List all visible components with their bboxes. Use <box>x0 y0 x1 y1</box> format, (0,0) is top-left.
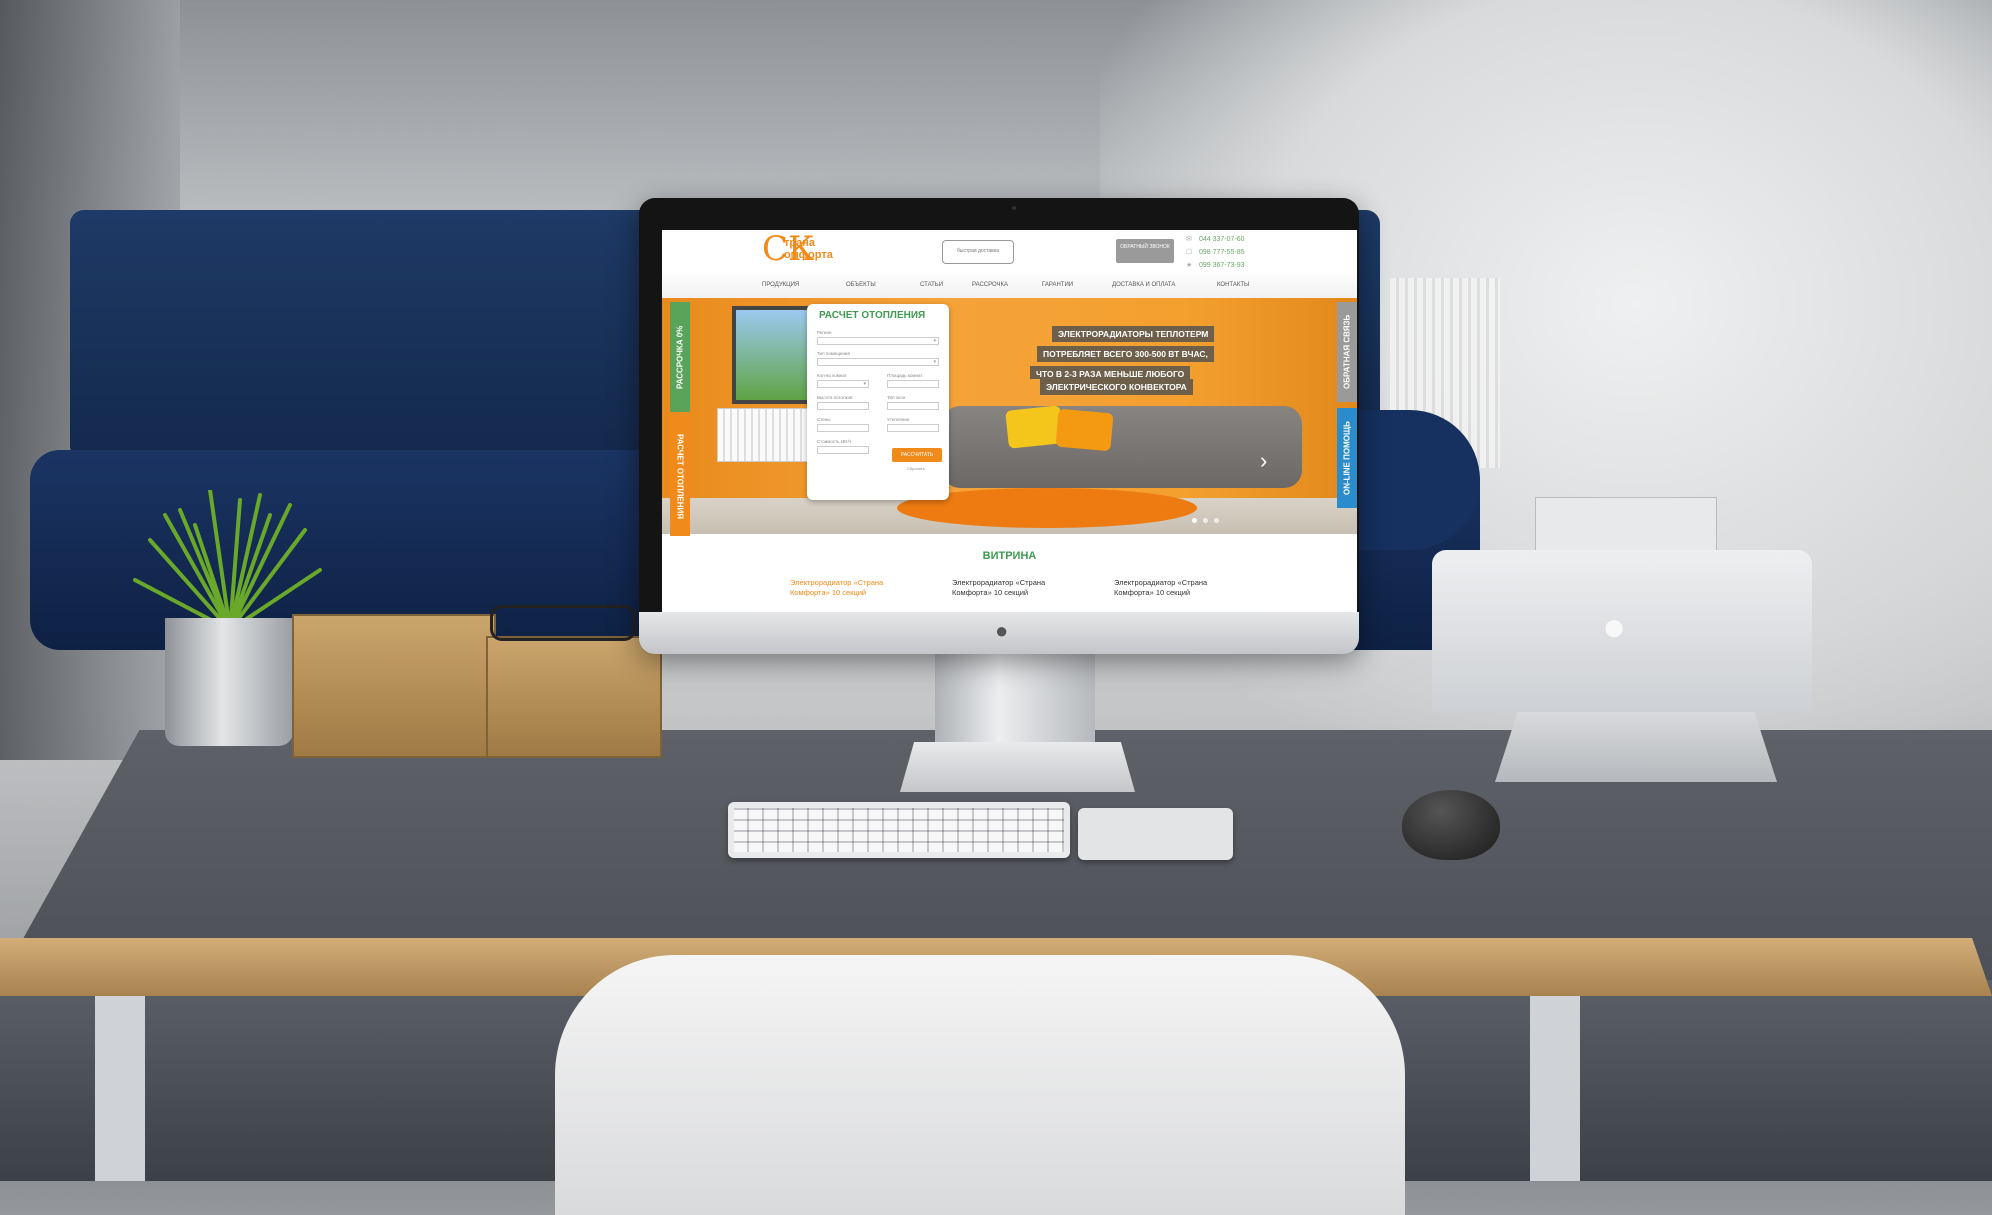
field-label: Утепление <box>887 417 910 422</box>
nav-item-products[interactable]: ПРОДУКЦИЯ <box>762 282 799 288</box>
mouse[interactable] <box>1402 790 1500 860</box>
insulation-input[interactable] <box>887 424 939 432</box>
site-header: СК трана омфорта быстрая доставка ОБРАТН… <box>662 230 1357 271</box>
tab-heating-calc[interactable]: РАСЧЕТ ОТОПЛЕНИЯ <box>670 416 690 536</box>
slider-dot[interactable] <box>1203 518 1208 523</box>
region-select[interactable]: ▾ <box>817 337 939 345</box>
delivery-truck-icon: быстрая доставка <box>942 240 1014 264</box>
hero-caption: ПОТРЕБЛЯЕТ ВСЕГО 300-500 ВТ ВЧАС, <box>1037 346 1214 362</box>
showcase-title: ВИТРИНА <box>982 550 1037 562</box>
wooden-box <box>486 636 662 758</box>
slider-dots <box>1192 518 1219 523</box>
hero-pillow <box>1055 408 1114 452</box>
rooms-select[interactable]: ▾ <box>817 380 869 388</box>
plant-pot <box>165 618 293 746</box>
heating-calculator: РАСЧЕТ ОТОПЛЕНИЯ Регион ▾ Тип помещения … <box>807 304 949 500</box>
wooden-box <box>292 614 496 758</box>
hero-sofa <box>942 406 1302 488</box>
glasses-icon <box>490 605 636 641</box>
callback-button[interactable]: ОБРАТНЫЙ ЗВОНОК <box>1116 239 1174 263</box>
plant-icon <box>133 490 322 630</box>
phone-icon: ☐ <box>1186 249 1193 256</box>
room-type-select[interactable]: ▾ <box>817 358 939 366</box>
monitor-foot <box>900 742 1135 792</box>
field-label: Стоимость кВт/ч <box>817 439 852 444</box>
height-input[interactable] <box>817 402 869 410</box>
desk-leg <box>95 996 145 1181</box>
apple-logo-icon: ● <box>1602 605 1627 649</box>
monitor-stand <box>935 654 1095 750</box>
logo-line: трана <box>784 237 815 249</box>
camera-icon <box>1012 206 1016 210</box>
nav-item-objects[interactable]: ОБЪЕКТЫ <box>846 282 876 288</box>
area-input[interactable] <box>887 380 939 388</box>
logo-line: омфорта <box>784 249 833 261</box>
slider-dot[interactable] <box>1214 518 1219 523</box>
hero-radiator <box>717 408 819 462</box>
product-title[interactable]: Электрорадиатор «Страна Комфорта» 10 сек… <box>790 578 920 598</box>
trackpad[interactable] <box>1078 808 1233 860</box>
hero-caption: ЭЛЕКТРИЧЕСКОГО КОНВЕКТОРА <box>1040 379 1193 395</box>
logo-text[interactable]: трана омфорта <box>784 237 833 261</box>
hero-caption: ЭЛЕКТРОРАДИАТОРЫ ТЕПЛОТЕРМ <box>1052 326 1215 342</box>
nav-item-contacts[interactable]: КОНТАКТЫ <box>1217 282 1249 288</box>
field-label: Регион <box>817 330 832 335</box>
windows-input[interactable] <box>887 402 939 410</box>
laptop-stand <box>1495 712 1777 782</box>
hero-slider: ЭЛЕКТРОРАДИАТОРЫ ТЕПЛОТЕРМ ПОТРЕБЛЯЕТ ВС… <box>662 298 1357 534</box>
phone-number[interactable]: 044 337-07-60 <box>1199 233 1245 246</box>
slider-next-icon[interactable]: › <box>1260 448 1267 474</box>
kwh-cost-input[interactable] <box>817 446 869 454</box>
hero-caption: ЧТО В 2-3 РАЗА МЕНЬШЕ ЛЮБОГО <box>1030 366 1191 379</box>
website-screen: СК трана омфорта быстрая доставка ОБРАТН… <box>662 230 1357 612</box>
calculate-button[interactable]: РАССЧИТАТЬ <box>892 448 942 462</box>
slider-dot[interactable] <box>1192 518 1197 523</box>
nav-item-guarantees[interactable]: ГАРАНТИИ <box>1042 282 1073 288</box>
phone-list: ✉ 044 337-07-60 ☐ 098 777-55-85 ★ 099 367-7… <box>1186 233 1245 272</box>
field-label: Высота потолков <box>817 395 853 400</box>
walls-input[interactable] <box>817 424 869 432</box>
phone-number[interactable]: 098 777-55-85 <box>1199 246 1245 259</box>
keyboard[interactable] <box>728 802 1070 858</box>
apple-logo-icon: ● <box>995 618 1009 643</box>
product-title[interactable]: Электрорадиатор «Страна Комфорта» 10 сек… <box>952 578 1082 598</box>
field-label: Стены <box>817 417 831 422</box>
field-label: Кол-во комнат <box>817 373 847 378</box>
tab-feedback[interactable]: ОБРАТНАЯ СВЯЗЬ <box>1337 302 1357 402</box>
field-label: Тип помещения <box>817 351 850 356</box>
field-label: Площадь комнат <box>887 373 923 378</box>
tab-installments[interactable]: РАССРОЧКА 0% <box>670 302 690 412</box>
nav-item-installments[interactable]: РАССРОЧКА <box>972 282 1008 288</box>
office-chair <box>555 955 1405 1215</box>
desk-leg <box>1530 996 1580 1181</box>
product-title[interactable]: Электрорадиатор «Страна Комфорта» 10 сек… <box>1114 578 1244 598</box>
nav-item-articles[interactable]: СТАТЬИ <box>920 282 943 288</box>
phone-icon: ✉ <box>1186 236 1192 243</box>
paper-stack <box>1535 497 1717 554</box>
tab-online-help[interactable]: ON-LINE ПОМОЩЬ <box>1337 408 1357 508</box>
field-label: Тип окон <box>887 395 906 400</box>
laptop: ● <box>1432 550 1812 712</box>
main-nav: ПРОДУКЦИЯ ОБЪЕКТЫ СТАТЬИ РАССРОЧКА ГАРАН… <box>662 270 1357 299</box>
nav-item-delivery[interactable]: ДОСТАВКА И ОПЛАТА <box>1112 282 1175 288</box>
calculator-title: РАСЧЕТ ОТОПЛЕНИЯ <box>819 310 926 321</box>
reset-link[interactable]: Сбросить <box>907 466 925 471</box>
